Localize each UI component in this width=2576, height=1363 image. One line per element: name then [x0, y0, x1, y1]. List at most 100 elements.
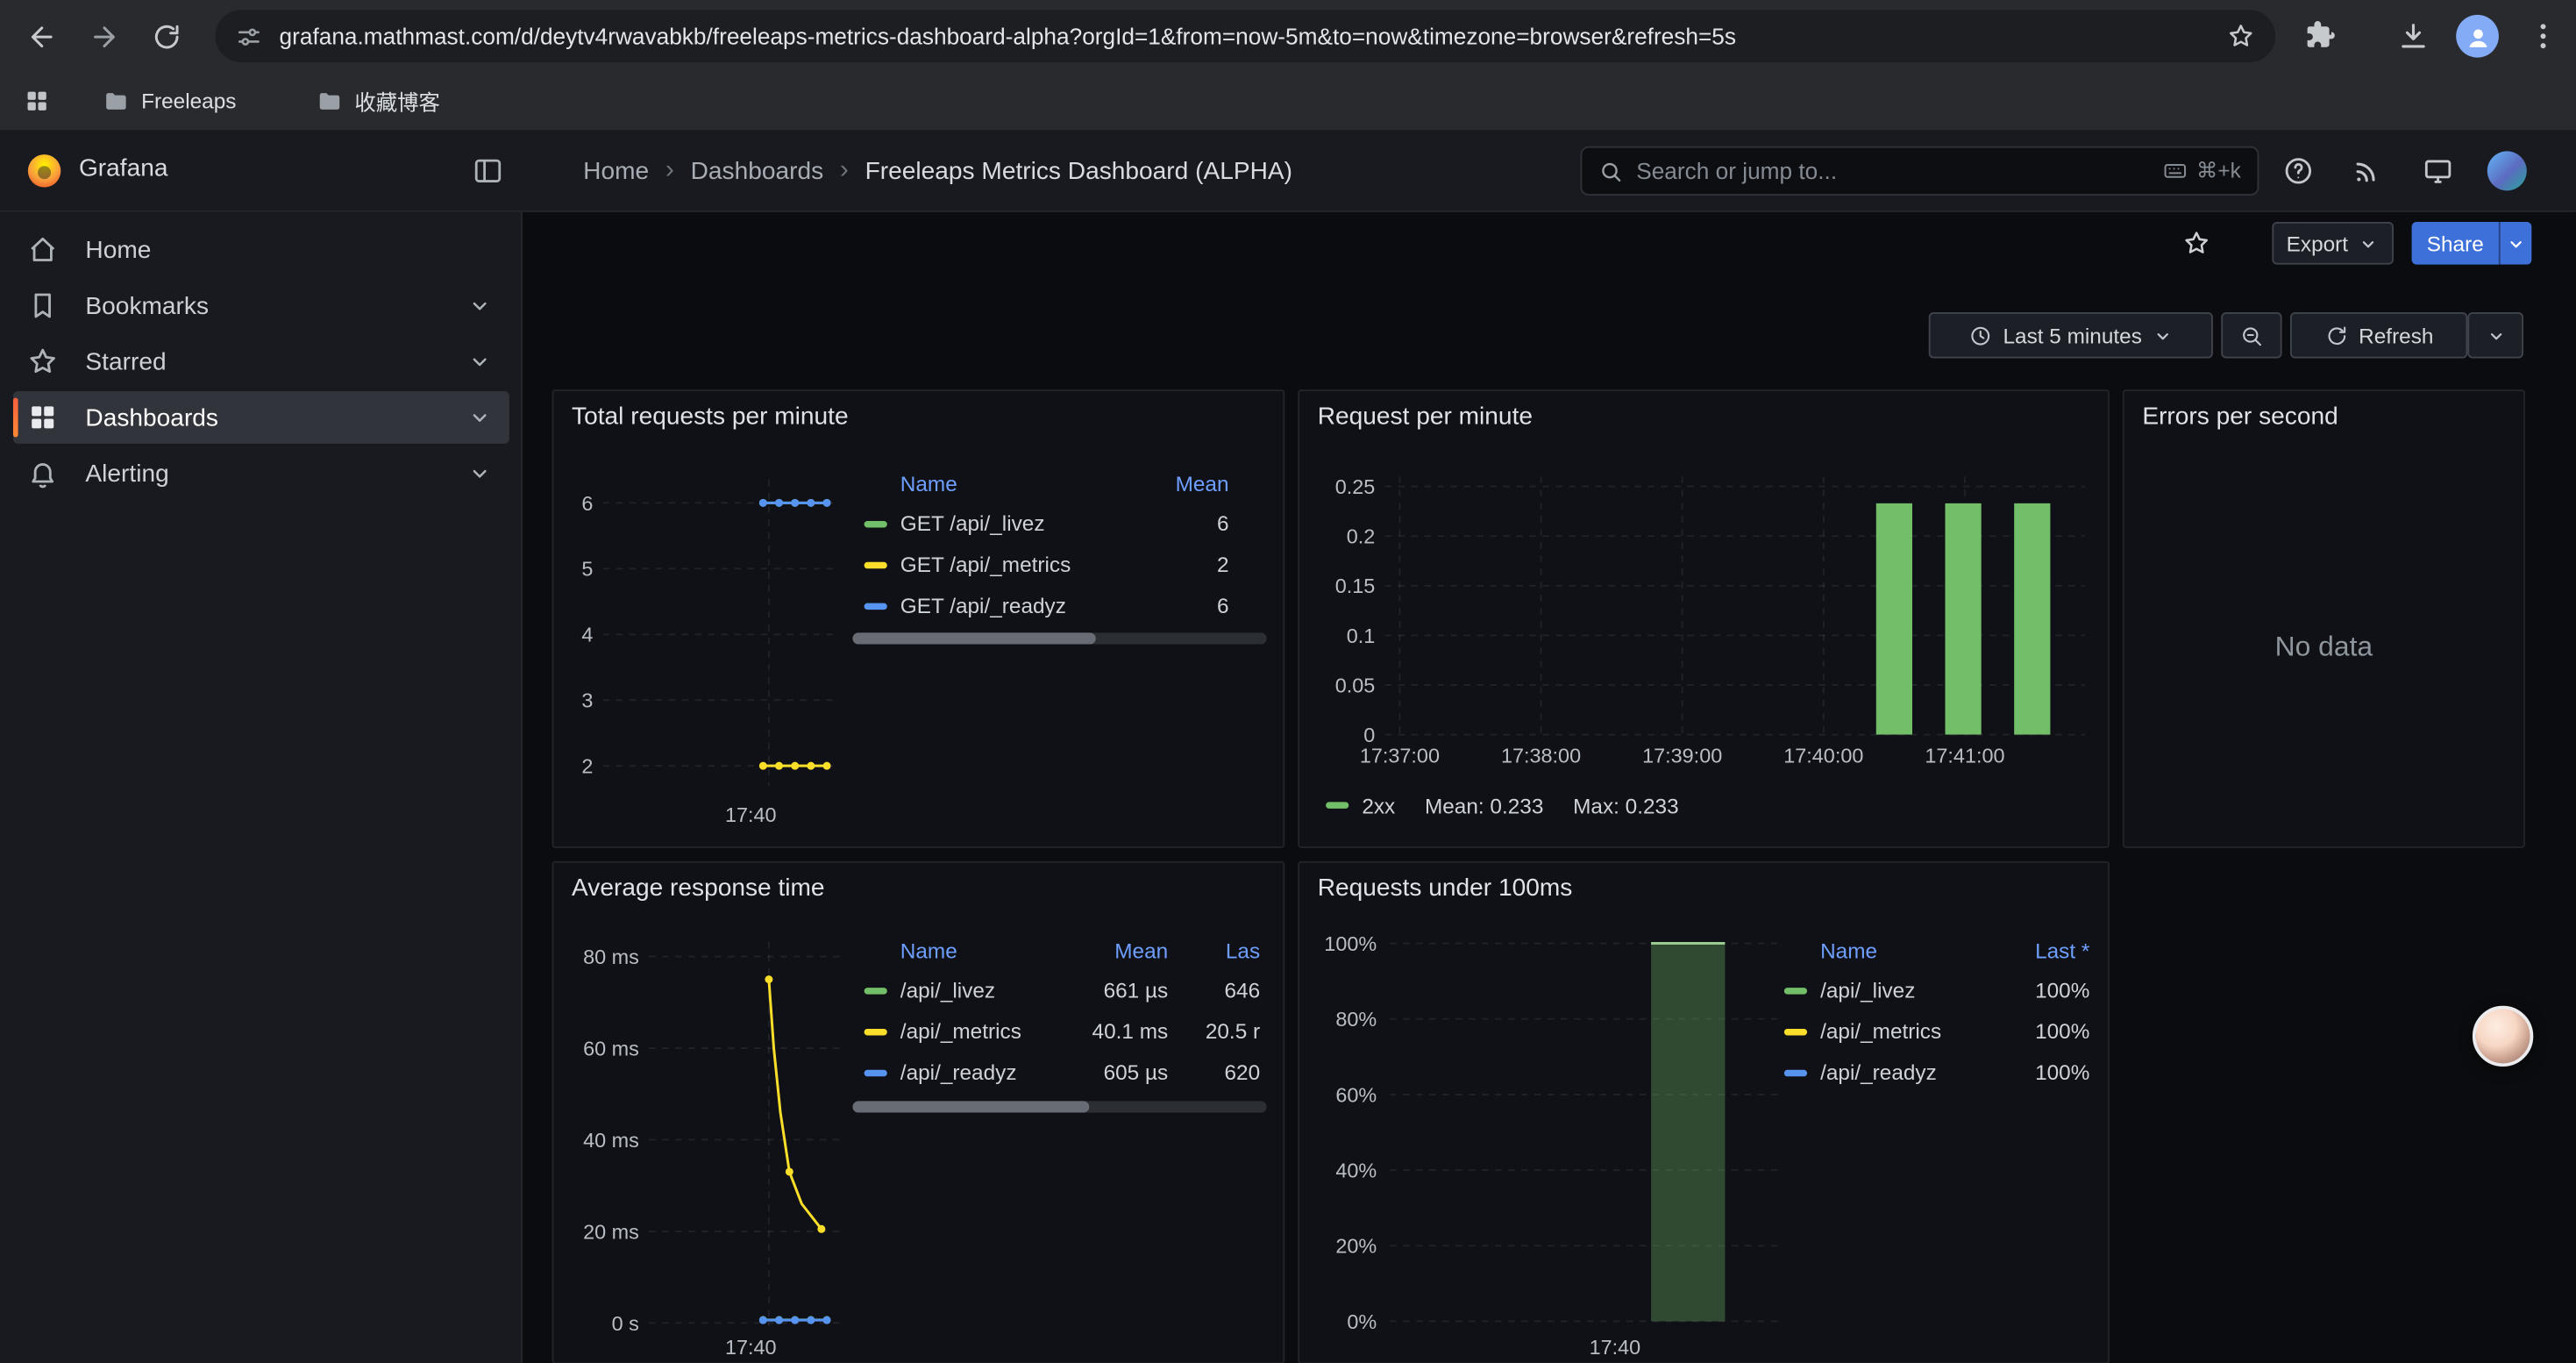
search-input[interactable]: Search or jump to... ⌘+k — [1581, 146, 2259, 196]
svg-text:17:40: 17:40 — [725, 1336, 777, 1359]
panel-legend: NameMeanGET /api/_livez 6GET /api/_metric… — [865, 463, 1242, 625]
svg-text:0.1: 0.1 — [1347, 624, 1376, 647]
legend-value: 661 µs — [1070, 978, 1168, 1003]
reload-icon — [150, 20, 181, 52]
svg-text:0: 0 — [1363, 724, 1375, 746]
chart-request-per-minute[interactable]: 0.250.20.150.10.05017:37:0017:38:0017:39… — [1299, 391, 2111, 850]
svg-text:17:38:00: 17:38:00 — [1501, 744, 1581, 767]
legend-scrollbar[interactable] — [852, 632, 1266, 644]
legend-column-header[interactable]: Name — [865, 938, 1070, 962]
svg-text:17:37:00: 17:37:00 — [1360, 744, 1440, 767]
legend-value: 100% — [2001, 1060, 2089, 1085]
legend-value: 6 — [1147, 593, 1229, 617]
bookmark-folder-blogs[interactable]: 收藏博客 — [301, 79, 455, 124]
sidebar-item-starred[interactable]: Starred — [13, 335, 509, 388]
user-avatar[interactable] — [2487, 151, 2527, 190]
legend-series-name[interactable]: /api/_livez — [900, 978, 1070, 1003]
legend-series-name[interactable]: 2xx — [1362, 793, 1395, 817]
keyboard-icon — [2162, 158, 2188, 184]
legend-series-name[interactable]: /api/_readyz — [1820, 1060, 2001, 1085]
svg-text:100%: 100% — [1324, 932, 1377, 955]
monitor-icon — [2422, 154, 2454, 187]
legend-column-header[interactable]: Name — [865, 471, 1147, 496]
legend-column-header[interactable]: Mean — [1147, 471, 1229, 496]
no-data-message: No data — [2124, 632, 2523, 664]
refresh-icon — [2324, 323, 2349, 347]
back-button[interactable] — [13, 8, 69, 64]
panel-legend: NameMeanLas/api/_livez661 µs646/api/_met… — [865, 931, 1270, 1093]
legend-series-name[interactable]: /api/_readyz — [900, 1060, 1070, 1085]
panel-total-requests-per-minute: Total requests per minute 6543217:40 Nam… — [552, 389, 1285, 848]
kiosk-mode-button[interactable] — [2422, 154, 2454, 187]
legend-value: 100% — [2001, 1019, 2089, 1044]
legend-row: /api/_metrics40.1 ms20.5 r — [865, 1010, 1261, 1052]
breadcrumb-home[interactable]: Home — [583, 157, 649, 185]
chevron-down-icon[interactable] — [466, 293, 493, 319]
svg-text:40%: 40% — [1335, 1160, 1377, 1182]
share-menu-button[interactable] — [2499, 222, 2531, 265]
chevron-down-icon[interactable] — [466, 460, 493, 487]
sidebar-item-home[interactable]: Home — [13, 224, 509, 276]
legend-column-header[interactable]: Name — [1784, 938, 2001, 962]
legend-series-name[interactable]: GET /api/_metrics — [900, 553, 1147, 577]
back-icon — [25, 20, 57, 52]
legend-series-name[interactable]: /api/_metrics — [900, 1019, 1070, 1044]
series-marker — [1784, 1069, 1807, 1075]
legend-series-name[interactable]: /api/_metrics — [1820, 1019, 2001, 1044]
extensions-button[interactable] — [2303, 19, 2336, 52]
reload-button[interactable] — [138, 8, 194, 64]
browser-menu-button[interactable] — [2527, 19, 2559, 52]
breadcrumb-separator: › — [840, 156, 849, 186]
favorite-dashboard-button[interactable] — [2181, 228, 2211, 258]
news-button[interactable] — [2351, 154, 2383, 187]
svg-text:4: 4 — [581, 624, 593, 646]
dock-sidebar-icon[interactable] — [472, 154, 504, 187]
downloads-button[interactable] — [2397, 19, 2430, 52]
help-button[interactable] — [2282, 154, 2315, 187]
panel-title[interactable]: Errors per second — [2142, 403, 2338, 431]
legend-series-name[interactable]: GET /api/_livez — [900, 511, 1147, 536]
dots-vertical-icon — [2527, 19, 2559, 52]
breadcrumb-dashboards[interactable]: Dashboards — [691, 157, 824, 185]
series-marker — [1326, 802, 1348, 808]
svg-text:0 s: 0 s — [612, 1312, 639, 1335]
chevron-down-icon[interactable] — [466, 404, 493, 431]
legend-scrollbar[interactable] — [852, 1101, 1266, 1112]
legend-column-header[interactable]: Mean — [1070, 938, 1168, 962]
bookmark-folder-freeleaps[interactable]: Freeleaps — [87, 82, 251, 121]
apps-grid-icon[interactable] — [23, 87, 51, 115]
svg-text:5: 5 — [581, 558, 593, 581]
legend-row: /api/_readyz605 µs620 — [865, 1052, 1261, 1093]
url-text[interactable]: grafana.mathmast.com/d/deytv4rwavabkb/fr… — [280, 23, 2210, 49]
series-marker — [865, 520, 887, 526]
bookmark-star-icon[interactable] — [2226, 21, 2256, 51]
legend-column-header[interactable]: Las — [1168, 938, 1260, 962]
legend-series-name[interactable]: /api/_livez — [1820, 978, 2001, 1003]
sidebar-item-bookmarks[interactable]: Bookmarks — [13, 280, 509, 332]
sidebar-item-alerting[interactable]: Alerting — [13, 447, 509, 500]
site-settings-icon[interactable] — [235, 22, 263, 50]
grafana-logo[interactable] — [25, 151, 64, 190]
floating-assistant-avatar[interactable] — [2473, 1006, 2533, 1067]
refresh-interval-button[interactable] — [2467, 312, 2523, 358]
browser-window: grafana.mathmast.com/d/deytv4rwavabkb/fr… — [0, 0, 2576, 1363]
legend-row: /api/_metrics100% — [1784, 1010, 2090, 1052]
legend-value: 605 µs — [1070, 1060, 1168, 1085]
breadcrumb: Home › Dashboards › Freeleaps Metrics Da… — [583, 132, 1292, 211]
forward-button[interactable] — [75, 8, 132, 64]
svg-text:0.25: 0.25 — [1335, 475, 1376, 498]
browser-toolbar: grafana.mathmast.com/d/deytv4rwavabkb/fr… — [0, 0, 2576, 72]
browser-profile-avatar[interactable] — [2456, 15, 2499, 58]
share-button[interactable]: Share — [2412, 222, 2499, 265]
search-icon — [1598, 159, 1623, 183]
zoom-out-button[interactable] — [2221, 312, 2281, 358]
refresh-button[interactable]: Refresh — [2290, 312, 2467, 358]
legend-series-name[interactable]: GET /api/_readyz — [900, 593, 1147, 617]
url-bar[interactable]: grafana.mathmast.com/d/deytv4rwavabkb/fr… — [215, 10, 2275, 62]
legend-column-header[interactable]: Last * — [2001, 938, 2089, 962]
export-button[interactable]: Export — [2272, 222, 2394, 265]
sidebar-item-dashboards[interactable]: Dashboards — [13, 391, 509, 444]
svg-text:60 ms: 60 ms — [583, 1037, 639, 1060]
time-range-picker[interactable]: Last 5 minutes — [1929, 312, 2213, 358]
chevron-down-icon[interactable] — [466, 348, 493, 375]
